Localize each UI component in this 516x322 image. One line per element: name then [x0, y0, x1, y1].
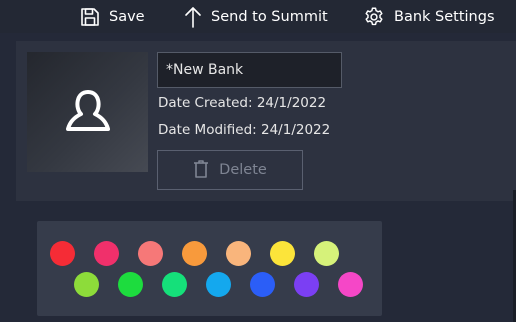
- color-swatch[interactable]: [118, 272, 143, 297]
- bank-settings-button[interactable]: Bank Settings: [363, 0, 495, 33]
- gear-icon: [363, 6, 385, 28]
- color-swatch[interactable]: [294, 272, 319, 297]
- color-palette: [37, 221, 382, 316]
- send-to-summit-button[interactable]: Send to Summit: [184, 0, 328, 33]
- color-swatch[interactable]: [74, 272, 99, 297]
- user-icon: [62, 84, 114, 140]
- color-swatch[interactable]: [138, 241, 163, 266]
- color-swatch[interactable]: [226, 241, 251, 266]
- color-swatch[interactable]: [206, 272, 231, 297]
- trash-icon: [193, 159, 209, 182]
- date-created: Date Created: 24/1/2022: [158, 95, 327, 111]
- bank-avatar[interactable]: [27, 52, 148, 172]
- delete-label: Delete: [219, 162, 267, 178]
- color-swatch[interactable]: [314, 241, 339, 266]
- color-swatch[interactable]: [94, 241, 119, 266]
- save-icon: [80, 7, 100, 27]
- color-swatch[interactable]: [250, 272, 275, 297]
- bank-name-input[interactable]: [157, 52, 342, 88]
- arrow-up-icon: [184, 6, 202, 28]
- color-swatch[interactable]: [270, 241, 295, 266]
- date-modified: Date Modified: 24/1/2022: [158, 122, 331, 138]
- save-button[interactable]: Save: [80, 0, 145, 33]
- delete-button[interactable]: Delete: [157, 150, 303, 190]
- color-swatch[interactable]: [338, 272, 363, 297]
- top-toolbar: Save Send to Summit Bank Settings: [0, 0, 516, 33]
- color-swatch[interactable]: [162, 272, 187, 297]
- color-swatch[interactable]: [182, 241, 207, 266]
- send-to-summit-label: Send to Summit: [211, 8, 328, 25]
- color-swatch[interactable]: [50, 241, 75, 266]
- bank-settings-label: Bank Settings: [394, 8, 495, 25]
- save-label: Save: [109, 8, 145, 25]
